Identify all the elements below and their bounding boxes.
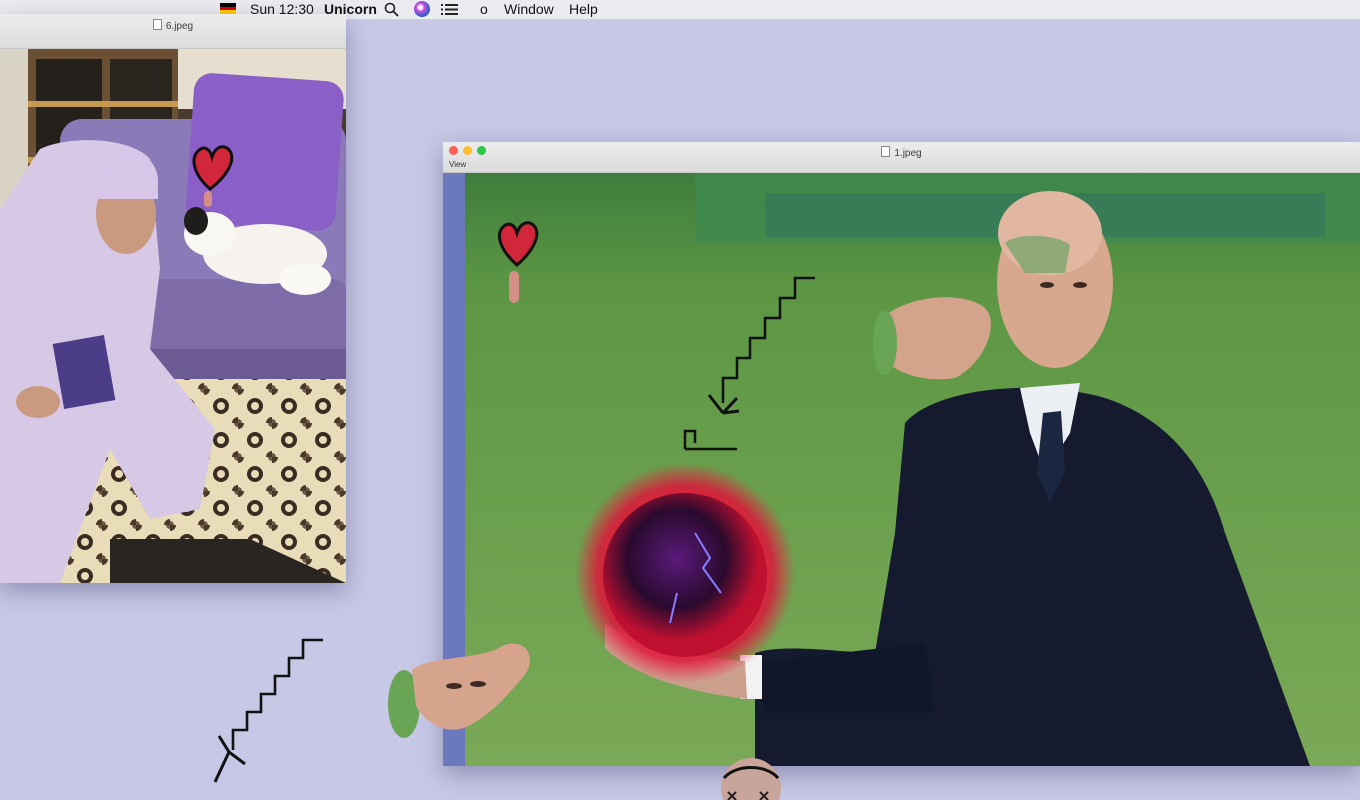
menu-window[interactable]: Window [504, 1, 554, 18]
document-icon [881, 146, 891, 157]
flag-icon[interactable] [220, 3, 236, 14]
menu-o[interactable]: o [480, 1, 488, 18]
siri-icon[interactable] [414, 1, 430, 17]
image-window-6[interactable]: 6.jpeg [0, 14, 346, 583]
photo-sofa-dog [0, 49, 346, 583]
photo-stadium-coach [465, 173, 1360, 766]
list-icon[interactable] [441, 3, 458, 16]
window-title: 6.jpeg [165, 21, 194, 32]
view-menu-label[interactable]: View [449, 160, 466, 169]
face-sticker-partial[interactable] [716, 758, 786, 800]
heart-sticker[interactable] [188, 139, 236, 209]
window-titlebar[interactable]: 1.jpeg View [443, 142, 1360, 173]
image-window-1[interactable]: 1.jpeg View [443, 142, 1360, 766]
face-sticker[interactable] [386, 636, 534, 738]
window-title: 1.jpeg [894, 148, 922, 159]
search-icon[interactable] [384, 2, 399, 17]
staircase-arrow-sticker[interactable] [185, 632, 330, 787]
menu-help[interactable]: Help [569, 1, 598, 18]
window-titlebar[interactable]: 6.jpeg [0, 14, 346, 49]
document-icon [152, 19, 162, 30]
